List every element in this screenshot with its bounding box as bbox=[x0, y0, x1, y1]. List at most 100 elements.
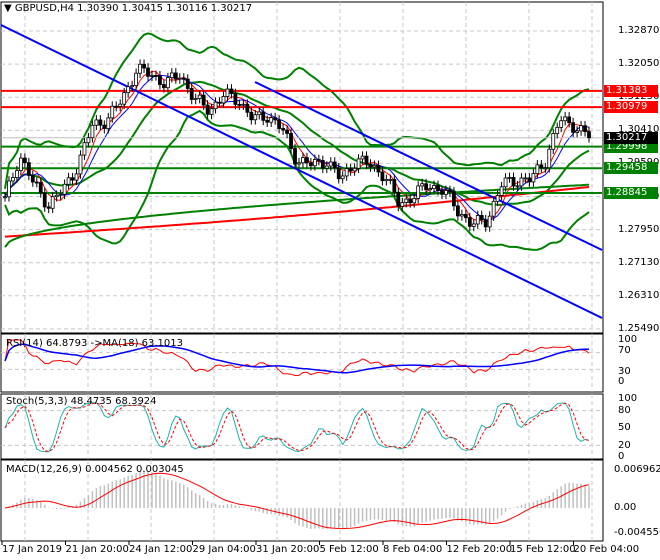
candle-body bbox=[11, 177, 15, 182]
candle-body bbox=[50, 196, 55, 209]
candle-body bbox=[82, 142, 87, 156]
chart-window: ▼ GBPUSD,H4 1.30390 1.30415 1.30116 1.30… bbox=[0, 0, 660, 560]
candle-body bbox=[58, 193, 63, 196]
candle-body bbox=[22, 157, 27, 164]
candle-body bbox=[197, 94, 202, 99]
rsi-label: RSI(14) 64.8793 ->MA(18) 63.1013 bbox=[6, 338, 183, 349]
dropdown-triangle-icon[interactable]: ▼ bbox=[4, 3, 12, 14]
candle-body bbox=[432, 185, 436, 190]
candle-body bbox=[491, 200, 496, 217]
rsi-tick: 0 bbox=[618, 376, 625, 387]
candle-body bbox=[126, 86, 131, 94]
candle-body bbox=[340, 175, 345, 180]
candle-body bbox=[233, 93, 238, 105]
candle-body bbox=[380, 171, 385, 182]
candle-body bbox=[583, 125, 587, 133]
candle-body bbox=[241, 103, 246, 106]
candle-body bbox=[479, 215, 484, 221]
candle-body bbox=[122, 92, 127, 105]
candle-body bbox=[511, 176, 516, 187]
candle-body bbox=[408, 198, 413, 204]
candle-body bbox=[110, 105, 115, 119]
candle-body bbox=[416, 185, 421, 199]
time-label: 31 Jan 20:00 bbox=[256, 544, 320, 555]
candle-body bbox=[261, 111, 266, 121]
macd-tick: -0.004556 bbox=[614, 527, 660, 538]
candle-body bbox=[463, 214, 468, 219]
time-label: 29 Jan 04:00 bbox=[192, 544, 256, 555]
candle-body bbox=[312, 159, 317, 167]
candle-body bbox=[38, 182, 43, 194]
candle-body bbox=[46, 206, 51, 209]
symbol-header: ▼ GBPUSD,H4 1.30390 1.30415 1.30116 1.30… bbox=[4, 3, 252, 14]
candle-body bbox=[452, 191, 456, 207]
candle-body bbox=[356, 158, 361, 169]
time-label: 20 Feb 04:00 bbox=[573, 544, 640, 555]
candle-body bbox=[547, 148, 552, 169]
candle-body bbox=[444, 190, 448, 195]
time-label: 24 Jan 12:00 bbox=[129, 544, 193, 555]
candle-body bbox=[15, 170, 19, 178]
candle-body bbox=[531, 173, 536, 183]
candle-body bbox=[3, 196, 7, 199]
candle-body bbox=[134, 72, 139, 86]
candle-body bbox=[169, 72, 174, 79]
candle-body bbox=[281, 128, 285, 131]
candle-body bbox=[384, 179, 389, 182]
candle-body bbox=[265, 119, 270, 123]
candle-body bbox=[217, 101, 222, 104]
candle-body bbox=[332, 161, 337, 169]
candle-body bbox=[495, 195, 500, 202]
candle-body bbox=[515, 185, 520, 188]
candle-body bbox=[150, 75, 154, 77]
level-tag: 1.29458 bbox=[604, 162, 658, 175]
candle-body bbox=[459, 214, 464, 217]
candle-body bbox=[158, 75, 162, 85]
candle-body bbox=[519, 177, 524, 187]
time-label: 8 Feb 04:00 bbox=[383, 544, 443, 555]
candle-body bbox=[503, 177, 508, 188]
candle-body bbox=[293, 148, 297, 165]
stoch-tick: 20 bbox=[618, 440, 631, 451]
macd-tick: 0.00 bbox=[614, 502, 637, 513]
stoch-tick: 100 bbox=[618, 393, 638, 404]
candle-body bbox=[154, 75, 158, 77]
candle-body bbox=[62, 183, 67, 195]
candle-body bbox=[114, 105, 119, 108]
candle-body bbox=[277, 119, 282, 129]
candle-body bbox=[173, 72, 178, 80]
price-tick: 1.25490 bbox=[618, 322, 660, 334]
candle-body bbox=[102, 124, 107, 129]
candle-body bbox=[376, 164, 381, 173]
candle-body bbox=[412, 198, 417, 204]
candle-body bbox=[66, 177, 71, 185]
candle-body bbox=[181, 77, 186, 80]
stoch-tick: 0 bbox=[618, 451, 625, 462]
candle-body bbox=[70, 177, 75, 181]
candle-body bbox=[475, 215, 480, 225]
candle-body bbox=[18, 157, 23, 172]
stoch-tick: 80 bbox=[618, 405, 631, 416]
candle-body bbox=[483, 219, 488, 228]
candle-body bbox=[320, 160, 325, 169]
candle-body bbox=[543, 167, 548, 170]
candle-body bbox=[388, 179, 393, 181]
candle-body bbox=[455, 205, 460, 217]
candle-body bbox=[90, 124, 95, 139]
candle-body bbox=[404, 198, 409, 203]
chart-canvas[interactable] bbox=[0, 0, 660, 560]
candle-body bbox=[269, 117, 274, 123]
candle-body bbox=[94, 119, 99, 126]
candle-body bbox=[229, 88, 234, 94]
price-tick: 1.26310 bbox=[618, 289, 660, 301]
candle-body bbox=[352, 167, 357, 172]
candle-body bbox=[364, 155, 369, 165]
candle-body bbox=[285, 129, 289, 134]
candle-body bbox=[301, 157, 305, 164]
candle-body bbox=[165, 77, 170, 89]
candle-body bbox=[118, 103, 123, 107]
candle-body bbox=[499, 186, 504, 196]
candle-body bbox=[571, 122, 576, 133]
level-tag: 1.30979 bbox=[604, 101, 658, 114]
price-tick: 1.32050 bbox=[618, 58, 660, 70]
